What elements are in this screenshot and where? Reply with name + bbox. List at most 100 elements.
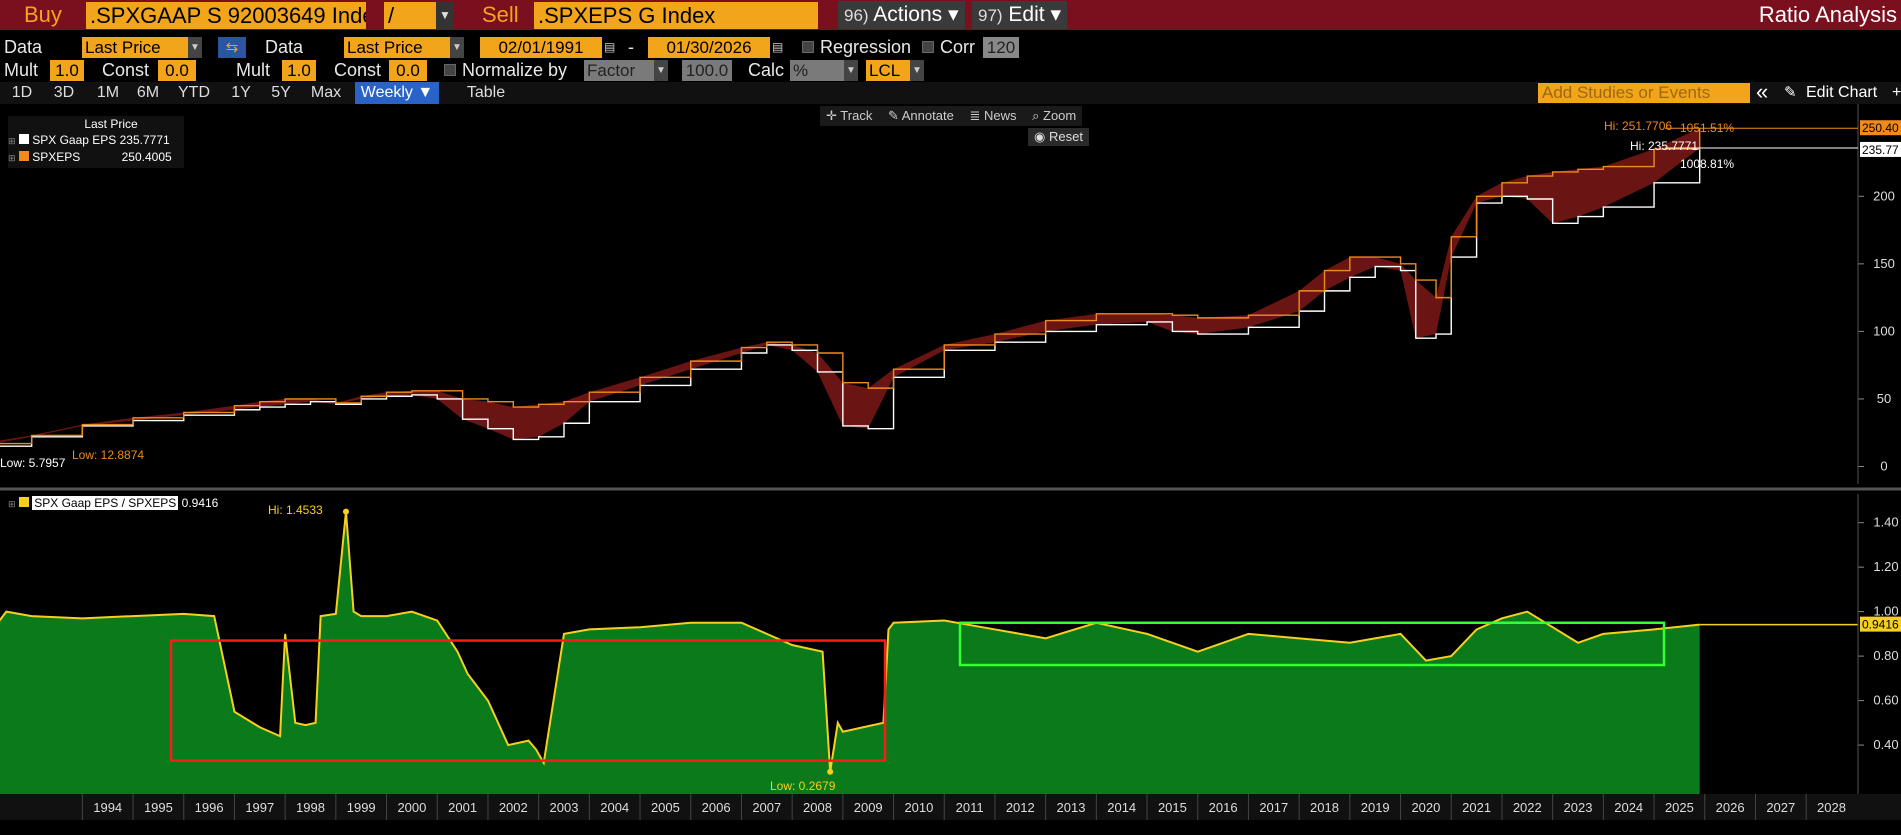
annotate-label: Annotate xyxy=(901,108,954,123)
legend-name: SPX Gaap EPS xyxy=(32,133,117,147)
ratio-area-fill xyxy=(0,511,1700,794)
tab-weekly[interactable]: Weekly ▼ xyxy=(355,82,439,104)
mult1-input[interactable]: 1.0 xyxy=(50,60,84,81)
data1-label: Data xyxy=(4,37,43,57)
x-tick-label: 1996 xyxy=(195,800,224,815)
x-tick-label: 2027 xyxy=(1766,800,1795,815)
y-tick-label: 100 xyxy=(1873,323,1895,338)
track-tool[interactable]: ✛ Track xyxy=(820,108,878,123)
x-tick-label: 2022 xyxy=(1513,800,1542,815)
reset-zoom-button[interactable]: ◉ Reset xyxy=(1028,128,1089,146)
date-range-dash: - xyxy=(628,37,634,57)
tab-1d[interactable]: 1D xyxy=(4,82,40,104)
x-tick-label: 2013 xyxy=(1057,800,1086,815)
news-tool[interactable]: ≣ News xyxy=(963,108,1022,123)
calc-select[interactable]: % xyxy=(790,60,844,81)
legend-header: Last Price xyxy=(84,117,138,131)
regression-checkbox[interactable] xyxy=(802,41,814,53)
news-label: News xyxy=(983,108,1017,123)
tab-table[interactable]: Table xyxy=(456,82,516,104)
ratio-legend[interactable]: ⊞ SPX Gaap EPS / SPXEPS 0.9416 xyxy=(8,496,218,512)
expand-icon[interactable]: ⊞ xyxy=(8,136,16,146)
plus-icon[interactable]: + xyxy=(1892,82,1901,104)
tab-ytd[interactable]: YTD xyxy=(172,82,216,104)
data2-label: Data xyxy=(265,37,304,57)
const1-input[interactable]: 0.0 xyxy=(158,60,196,81)
radio-icon: ◉ xyxy=(1034,129,1046,144)
tab-1m[interactable]: 1M xyxy=(90,82,126,104)
data2-dropdown-icon[interactable]: ▼ xyxy=(450,37,464,58)
y-tick-label: 1.40 xyxy=(1873,515,1898,530)
legend-value: 235.7771 xyxy=(119,133,170,147)
tab-max[interactable]: Max xyxy=(306,82,346,104)
normalize-value-input[interactable]: 100.0 xyxy=(682,60,732,81)
x-tick-label: 2014 xyxy=(1107,800,1136,815)
magnifier-icon: ⌕ xyxy=(1032,108,1040,123)
end-calendar-icon[interactable]: ▤ xyxy=(772,38,786,56)
regression-label: Regression xyxy=(820,37,912,57)
x-tick-label: 2026 xyxy=(1716,800,1745,815)
end-date-input[interactable]: 01/30/2026 xyxy=(648,37,770,58)
data1-dropdown-icon[interactable]: ▼ xyxy=(188,37,202,58)
y-tick-label: 1.00 xyxy=(1873,604,1898,619)
operator-select[interactable]: / xyxy=(384,2,436,29)
legend-swatch-orange xyxy=(18,151,29,161)
tab-1y[interactable]: 1Y xyxy=(224,82,258,104)
normalize-checkbox[interactable] xyxy=(444,64,456,76)
operator-dropdown-icon[interactable]: ▼ xyxy=(436,2,454,29)
x-tick-label: 2005 xyxy=(651,800,680,815)
calc-dropdown-icon[interactable]: ▼ xyxy=(844,60,858,81)
zoom-tool[interactable]: ⌕ Zoom xyxy=(1026,108,1082,123)
ratio-hi-marker xyxy=(342,508,349,515)
annotate-tool[interactable]: ✎ Annotate xyxy=(882,108,960,123)
start-calendar-icon[interactable]: ▤ xyxy=(604,38,618,56)
reset-label: Reset xyxy=(1048,129,1083,144)
y-tick-label: 1.20 xyxy=(1873,559,1898,574)
expand-icon[interactable]: ⊞ xyxy=(8,499,16,509)
crosshair-icon: ✛ xyxy=(826,108,837,123)
data2-select[interactable]: Last Price xyxy=(344,37,450,58)
legend-row-gaap[interactable]: ⊞ SPX Gaap EPS 235.7771 xyxy=(8,132,184,149)
ratio-low-annotation: Low: 0.2679 xyxy=(770,779,836,793)
tab-3d[interactable]: 3D xyxy=(46,82,82,104)
news-icon: ≣ xyxy=(969,108,981,123)
buy-ticker-input[interactable]: .SPXGAAP S 92003649 Inde xyxy=(86,2,366,29)
x-tick-label: 2011 xyxy=(956,800,984,815)
x-tick-label: 2004 xyxy=(600,800,629,815)
mult2-label: Mult xyxy=(236,60,271,80)
x-tick-label: 2006 xyxy=(702,800,731,815)
expand-icon[interactable]: ⊞ xyxy=(8,153,16,163)
data1-select[interactable]: Last Price xyxy=(82,37,188,58)
x-tick-label: 1995 xyxy=(144,800,173,815)
edit-menu-button[interactable]: 97) Edit ▾ xyxy=(972,1,1067,29)
normalize-label: Normalize by xyxy=(462,60,568,80)
mult2-input[interactable]: 1.0 xyxy=(282,60,316,81)
x-tick-label: 2001 xyxy=(448,800,477,815)
currency-dropdown-icon[interactable]: ▼ xyxy=(910,60,924,81)
sell-ticker-input[interactable]: .SPXEPS G Index xyxy=(534,2,818,29)
collapse-panel-icon[interactable]: « xyxy=(1756,80,1768,104)
hi-white-pct-annotation: 1008.81% xyxy=(1680,157,1734,171)
edit-chart-button[interactable]: Edit Chart xyxy=(1806,82,1877,104)
pencil-icon: ✎ xyxy=(1784,84,1797,101)
swap-arrows-icon[interactable]: ⇆ xyxy=(218,37,246,58)
tab-5y[interactable]: 5Y xyxy=(264,82,298,104)
pencil-annotate-icon: ✎ xyxy=(887,108,899,123)
tab-6m[interactable]: 6M xyxy=(130,82,166,104)
y-tick-label: 0.60 xyxy=(1873,693,1898,708)
start-date-input[interactable]: 02/01/1991 xyxy=(480,37,602,58)
normalize-dropdown-icon[interactable]: ▼ xyxy=(654,60,668,81)
y-tick-label: 200 xyxy=(1873,188,1895,203)
x-tick-label: 2020 xyxy=(1411,800,1440,815)
legend-row-spxeps[interactable]: ⊞ SPXEPS 250.4005 xyxy=(8,149,184,166)
corr-checkbox[interactable] xyxy=(922,41,934,53)
const2-input[interactable]: 0.0 xyxy=(389,60,427,81)
currency-select[interactable]: LCL xyxy=(866,60,910,81)
corr-window-input[interactable]: 120 xyxy=(983,37,1019,58)
last-white-value: 235.77 xyxy=(1862,143,1899,157)
x-tick-label: 1994 xyxy=(93,800,122,815)
x-tick-label: 1998 xyxy=(296,800,325,815)
actions-menu-button[interactable]: 96) Actions ▾ xyxy=(838,1,965,29)
normalize-method-select[interactable]: Factor xyxy=(584,60,654,81)
add-studies-input[interactable]: Add Studies or Events xyxy=(1538,83,1750,103)
